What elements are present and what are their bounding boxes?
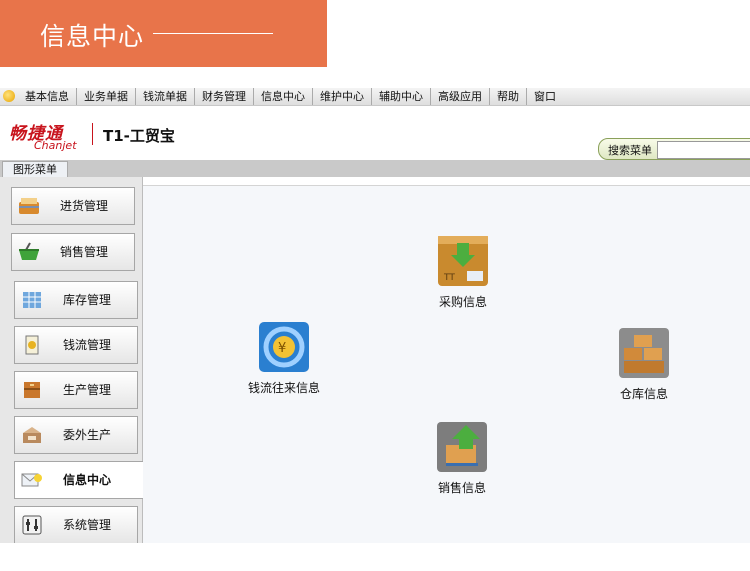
menu-finance[interactable]: 财务管理 <box>195 88 254 105</box>
menu-bar: 基本信息 业务单据 钱流单据 财务管理 信息中心 维护中心 辅助中心 高级应用 … <box>0 88 750 106</box>
tile-caption: 销售信息 <box>437 481 486 495</box>
purchase-basket-icon <box>19 198 39 214</box>
menu-basic-info[interactable]: 基本信息 <box>18 88 77 105</box>
sidebar: 进货管理 销售管理 库存管理 钱流管理 生产管理 委外生产 信息中心 系统管理 <box>0 177 144 543</box>
app-window: 基本信息 业务单据 钱流单据 财务管理 信息中心 维护中心 辅助中心 高级应用 … <box>0 88 750 543</box>
production-icon <box>24 382 40 398</box>
money-cycle-icon: ¥ <box>259 322 309 372</box>
menu-advanced[interactable]: 高级应用 <box>431 88 490 105</box>
menu-info-center[interactable]: 信息中心 <box>254 88 313 105</box>
banner-divider <box>153 33 273 34</box>
warehouse-boxes-icon <box>619 328 669 378</box>
sidebar-item-outsource[interactable]: 委外生产 <box>14 416 138 454</box>
product-name: T1-工贸宝 <box>103 127 175 145</box>
menu-window[interactable]: 窗口 <box>527 88 563 105</box>
sidebar-item-inventory[interactable]: 库存管理 <box>14 281 138 319</box>
sidebar-item-purchase[interactable]: 进货管理 <box>11 187 135 225</box>
outsource-icon <box>23 427 41 443</box>
system-settings-icon <box>22 515 42 535</box>
search-input[interactable] <box>657 141 750 159</box>
brand-name-en: Chanjet <box>34 139 77 152</box>
menu-search: 搜索菜单 <box>598 138 750 160</box>
info-center-icon <box>21 473 42 487</box>
menu-money-docs[interactable]: 钱流单据 <box>136 88 195 105</box>
sidebar-item-production[interactable]: 生产管理 <box>14 371 138 409</box>
tile-sales-info[interactable]: 销售信息 <box>425 421 499 496</box>
tile-caption: 仓库信息 <box>619 387 668 401</box>
graphic-menu-canvas: TT 采购信息 ¥ 钱流往来信息 仓库信息 销售信息 <box>143 185 750 543</box>
svg-text:TT: TT <box>443 273 455 283</box>
inventory-icon <box>23 292 41 308</box>
purchase-box-icon: TT <box>438 236 488 286</box>
menu-auxiliary[interactable]: 辅助中心 <box>372 88 431 105</box>
svg-text:¥: ¥ <box>278 341 286 356</box>
tile-money-flow-info[interactable]: ¥ 钱流往来信息 <box>243 321 325 396</box>
tile-purchase-info[interactable]: TT 采购信息 <box>423 235 503 310</box>
tile-warehouse-info[interactable]: 仓库信息 <box>609 327 679 402</box>
app-logo-icon <box>3 90 15 102</box>
sales-cart-icon <box>437 422 487 472</box>
tab-graphic-menu[interactable]: 图形菜单 <box>2 161 68 178</box>
sidebar-item-system[interactable]: 系统管理 <box>14 506 138 543</box>
tile-caption: 钱流往来信息 <box>247 381 320 395</box>
sidebar-item-info-center[interactable]: 信息中心 <box>14 461 144 499</box>
search-label: 搜索菜单 <box>608 144 652 157</box>
brand-separator <box>92 123 93 145</box>
tile-caption: 采购信息 <box>438 295 487 309</box>
tab-strip: 图形菜单 <box>0 160 750 178</box>
menu-maintenance[interactable]: 维护中心 <box>313 88 372 105</box>
sales-basket-icon <box>19 242 39 260</box>
banner-title: 信息中心 <box>40 22 145 51</box>
menu-business-docs[interactable]: 业务单据 <box>77 88 136 105</box>
page-banner: 信息中心 <box>0 0 327 67</box>
sidebar-item-money-flow[interactable]: 钱流管理 <box>14 326 138 364</box>
menu-items: 基本信息 业务单据 钱流单据 财务管理 信息中心 维护中心 辅助中心 高级应用 … <box>18 88 563 105</box>
menu-help[interactable]: 帮助 <box>490 88 527 105</box>
money-flow-icon <box>25 335 39 355</box>
sidebar-item-sales[interactable]: 销售管理 <box>11 233 135 271</box>
app-header: 畅捷通 Chanjet T1-工贸宝 搜索菜单 <box>0 106 750 160</box>
